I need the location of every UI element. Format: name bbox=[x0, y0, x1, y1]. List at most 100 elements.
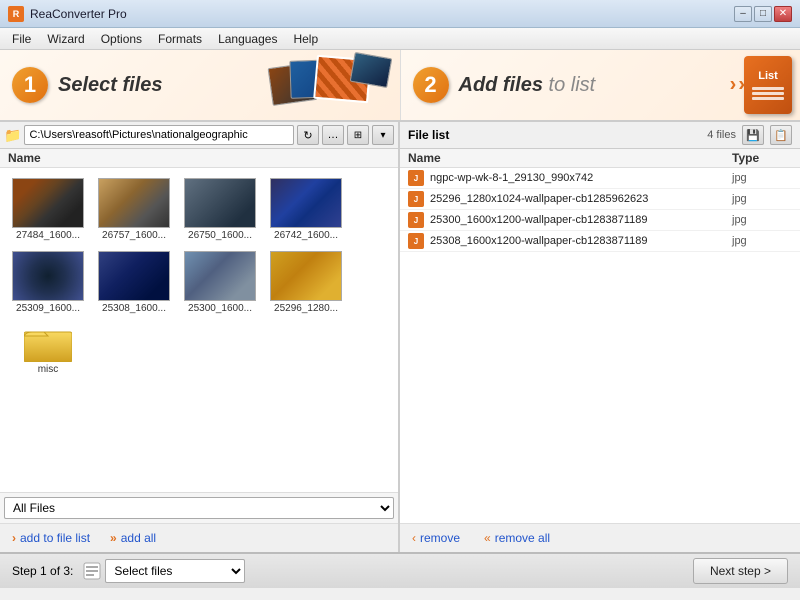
maximize-button[interactable]: □ bbox=[754, 6, 772, 22]
file-thumb-5[interactable]: 25309_1600... bbox=[8, 249, 88, 316]
path-bar: 📁 ↻ … ⊞ ▾ bbox=[0, 122, 398, 149]
path-input[interactable] bbox=[24, 125, 294, 145]
filter-select[interactable]: All Files *.jpg *.png *.bmp bbox=[4, 497, 394, 519]
file-row-2[interactable]: J 25296_1280x1024-wallpaper-cb1285962623… bbox=[400, 189, 800, 210]
step1-title: Select files bbox=[58, 74, 163, 97]
jpg-icon-3: J bbox=[408, 212, 424, 228]
file-row-name-2: 25296_1280x1024-wallpaper-cb1285962623 bbox=[430, 193, 726, 205]
main-content: 📁 ↻ … ⊞ ▾ Name 27484_1600... 26757_1600.… bbox=[0, 122, 800, 552]
thumb-label-7: 25300_1600... bbox=[188, 303, 252, 314]
right-panel: File list 4 files 💾 📋 Name Type J ngpc-w… bbox=[400, 122, 800, 552]
remove-bar: ‹ remove « remove all bbox=[400, 523, 800, 552]
filter-bar: All Files *.jpg *.png *.bmp bbox=[0, 492, 398, 523]
file-row-3[interactable]: J 25300_1600x1200-wallpaper-cb1283871189… bbox=[400, 210, 800, 231]
right-header: File list 4 files 💾 📋 bbox=[400, 122, 800, 149]
file-row-name-3: 25300_1600x1200-wallpaper-cb1283871189 bbox=[430, 214, 726, 226]
thumb-label-3: 26750_1600... bbox=[188, 230, 252, 241]
remove-all-arrow-icon: « bbox=[484, 531, 491, 545]
thumb-image-7 bbox=[184, 251, 256, 301]
thumb-image-8 bbox=[270, 251, 342, 301]
app-icon: R bbox=[8, 6, 24, 22]
file-row-name-1: ngpc-wp-wk-8-1_29130_990x742 bbox=[430, 172, 726, 184]
window-controls: – □ ✕ bbox=[734, 6, 792, 22]
file-thumb-2[interactable]: 26757_1600... bbox=[94, 176, 174, 243]
next-step-button[interactable]: Next step > bbox=[693, 558, 788, 584]
thumb-label-1: 27484_1600... bbox=[16, 230, 80, 241]
thumb-label-4: 26742_1600... bbox=[274, 230, 338, 241]
file-thumb-3[interactable]: 26750_1600... bbox=[180, 176, 260, 243]
browse-button[interactable]: … bbox=[322, 125, 344, 145]
view-thumbnails-button[interactable]: ⊞ bbox=[347, 125, 369, 145]
file-row-type-2: jpg bbox=[732, 193, 792, 205]
left-col-header: Name bbox=[0, 149, 398, 168]
thumb-image-2 bbox=[98, 178, 170, 228]
step-select[interactable]: Select files bbox=[105, 559, 245, 583]
file-row-4[interactable]: J 25308_1600x1200-wallpaper-cb1283871189… bbox=[400, 231, 800, 252]
file-row-name-4: 25308_1600x1200-wallpaper-cb1283871189 bbox=[430, 235, 726, 247]
step2-number: 2 bbox=[413, 67, 449, 103]
remove-button[interactable]: ‹ remove bbox=[408, 529, 464, 547]
file-list-title: File list bbox=[408, 128, 701, 142]
titlebar: R ReaConverter Pro – □ ✕ bbox=[0, 0, 800, 28]
remove-all-button[interactable]: « remove all bbox=[480, 529, 554, 547]
left-panel: 📁 ↻ … ⊞ ▾ Name 27484_1600... 26757_1600.… bbox=[0, 122, 400, 552]
step1-decoration bbox=[270, 55, 390, 115]
step-icon bbox=[83, 562, 101, 580]
menu-options[interactable]: Options bbox=[93, 30, 150, 48]
step1-number: 1 bbox=[12, 67, 48, 103]
file-count-badge: 4 files bbox=[707, 129, 736, 141]
menu-wizard[interactable]: Wizard bbox=[39, 30, 92, 48]
folder-icon-sm: 📁 bbox=[4, 127, 21, 144]
refresh-button[interactable]: ↻ bbox=[297, 125, 319, 145]
file-row-type-1: jpg bbox=[732, 172, 792, 184]
jpg-icon-2: J bbox=[408, 191, 424, 207]
menu-languages[interactable]: Languages bbox=[210, 30, 285, 48]
file-thumb-7[interactable]: 25300_1600... bbox=[180, 249, 260, 316]
step2-arrows: › › bbox=[730, 74, 745, 97]
remove-arrow-icon: ‹ bbox=[412, 531, 416, 545]
thumb-label-5: 25309_1600... bbox=[16, 303, 80, 314]
file-thumb-6[interactable]: 25308_1600... bbox=[94, 249, 174, 316]
list-decoration: List bbox=[744, 56, 792, 114]
step-combo: Select files bbox=[83, 559, 245, 583]
file-thumb-1[interactable]: 27484_1600... bbox=[8, 176, 88, 243]
add-arrow-icon: › bbox=[12, 531, 16, 545]
jpg-icon-4: J bbox=[408, 233, 424, 249]
file-grid: 27484_1600... 26757_1600... 26750_1600..… bbox=[0, 168, 398, 492]
jpg-icon-1: J bbox=[408, 170, 424, 186]
file-row-type-3: jpg bbox=[732, 214, 792, 226]
thumb-label-2: 26757_1600... bbox=[102, 230, 166, 241]
left-action-bar: › add to file list » add all bbox=[0, 523, 398, 552]
step-indicator: Step 1 of 3: bbox=[12, 564, 73, 578]
bottom-bar: Step 1 of 3: Select files Next step > bbox=[0, 552, 800, 588]
folder-svg bbox=[24, 324, 72, 362]
menu-help[interactable]: Help bbox=[285, 30, 326, 48]
file-row-1[interactable]: J ngpc-wp-wk-8-1_29130_990x742 jpg bbox=[400, 168, 800, 189]
window-title: ReaConverter Pro bbox=[30, 7, 734, 21]
add-all-button[interactable]: » add all bbox=[106, 529, 160, 547]
thumb-image-3 bbox=[184, 178, 256, 228]
thumb-label-6: 25308_1600... bbox=[102, 303, 166, 314]
thumb-label-8: 25296_1280... bbox=[274, 303, 338, 314]
minimize-button[interactable]: – bbox=[734, 6, 752, 22]
view-dropdown-button[interactable]: ▾ bbox=[372, 125, 394, 145]
thumb-image-6 bbox=[98, 251, 170, 301]
close-button[interactable]: ✕ bbox=[774, 6, 792, 22]
file-row-type-4: jpg bbox=[732, 235, 792, 247]
menubar: File Wizard Options Formats Languages He… bbox=[0, 28, 800, 50]
folder-misc-label: misc bbox=[38, 364, 59, 375]
menu-file[interactable]: File bbox=[4, 30, 39, 48]
add-all-arrow-icon: » bbox=[110, 531, 117, 545]
col-type-header: Type bbox=[732, 151, 792, 165]
step2-title: Add files to list bbox=[459, 74, 596, 97]
menu-formats[interactable]: Formats bbox=[150, 30, 210, 48]
folder-misc[interactable]: misc bbox=[8, 322, 88, 377]
thumb-image-4 bbox=[270, 178, 342, 228]
file-thumb-8[interactable]: 25296_1280... bbox=[266, 249, 346, 316]
add-to-list-button[interactable]: › add to file list bbox=[8, 529, 94, 547]
save-list-button[interactable]: 💾 bbox=[742, 125, 764, 145]
col-name-header: Name bbox=[408, 151, 732, 165]
load-list-button[interactable]: 📋 bbox=[770, 125, 792, 145]
thumb-image-5 bbox=[12, 251, 84, 301]
file-thumb-4[interactable]: 26742_1600... bbox=[266, 176, 346, 243]
